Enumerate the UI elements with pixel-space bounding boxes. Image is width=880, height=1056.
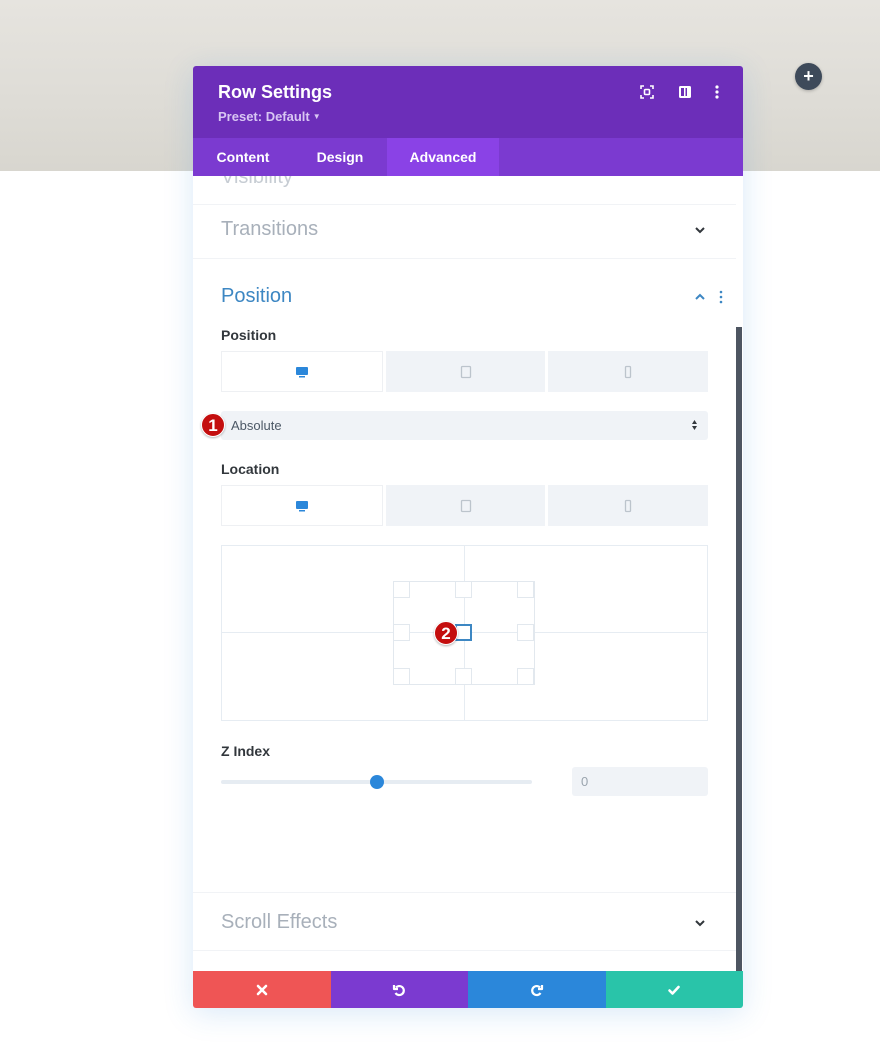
location-picker: 2	[221, 545, 708, 721]
preset-dropdown[interactable]: Preset: Default ▼	[218, 109, 321, 124]
location-device-tabs	[221, 485, 709, 526]
tab-content[interactable]: Content	[193, 138, 293, 176]
section-scroll-effects-title[interactable]: Scroll Effects	[221, 911, 337, 934]
divider	[193, 950, 736, 951]
section-options-icon[interactable]	[718, 290, 724, 304]
location-bottom-left[interactable]	[393, 668, 410, 685]
modal-footer	[193, 971, 743, 1008]
row-settings-modal: Row Settings Preset: Default ▼ Content De…	[193, 66, 743, 1008]
location-center-right[interactable]	[517, 624, 534, 641]
settings-tabs: Content Design Advanced	[193, 138, 743, 176]
settings-scroll-area: Visibility Transitions Position Position	[193, 176, 743, 971]
add-row-button[interactable]: +	[795, 63, 822, 90]
save-button[interactable]	[605, 971, 743, 1008]
phone-icon	[625, 365, 632, 378]
undo-icon	[393, 984, 406, 996]
device-tab-tablet[interactable]	[385, 351, 546, 392]
location-top-right[interactable]	[517, 581, 534, 598]
split-view-icon[interactable]	[676, 83, 694, 101]
desktop-icon	[295, 366, 308, 377]
device-tab-tablet[interactable]	[385, 485, 546, 526]
chevron-down-icon[interactable]	[693, 223, 707, 237]
divider	[193, 892, 736, 893]
chevron-down-icon[interactable]	[693, 916, 707, 930]
device-tab-desktop[interactable]	[221, 485, 383, 526]
redo-icon	[530, 984, 543, 996]
desktop-icon	[295, 500, 308, 511]
plus-icon: +	[803, 66, 814, 86]
cancel-button[interactable]	[193, 971, 331, 1008]
position-select[interactable]: Absolute	[221, 411, 708, 440]
phone-icon	[625, 499, 632, 512]
device-tab-desktop[interactable]	[221, 351, 383, 392]
tablet-icon	[460, 365, 471, 378]
tab-design[interactable]: Design	[293, 138, 387, 176]
check-icon	[668, 985, 681, 995]
modal-title: Row Settings	[218, 82, 333, 102]
device-tab-phone[interactable]	[548, 351, 709, 392]
location-bottom-right[interactable]	[517, 668, 534, 685]
divider	[193, 258, 736, 259]
device-tab-phone[interactable]	[548, 485, 709, 526]
select-arrows-icon	[692, 420, 697, 430]
z-index-label: Z Index	[221, 743, 271, 759]
position-select-value: Absolute	[231, 418, 282, 433]
annotation-badge-2: 2	[434, 621, 458, 645]
tablet-icon	[460, 499, 471, 512]
caret-down-icon: ▼	[312, 112, 321, 121]
undo-button[interactable]	[330, 971, 468, 1008]
position-device-tabs	[221, 351, 709, 392]
redo-button[interactable]	[468, 971, 606, 1008]
location-top-center[interactable]	[455, 581, 472, 598]
divider	[193, 204, 736, 205]
location-box	[393, 581, 535, 685]
close-icon	[256, 984, 268, 995]
z-index-slider-thumb[interactable]	[369, 775, 384, 789]
preset-label: Preset: Default	[218, 109, 310, 124]
location-center-left[interactable]	[393, 624, 410, 641]
scrollbar[interactable]	[736, 327, 742, 971]
section-transitions-title[interactable]: Transitions	[221, 218, 318, 241]
z-index-input[interactable]	[572, 767, 708, 796]
location-top-left[interactable]	[393, 581, 410, 598]
position-field-label: Position	[221, 327, 277, 343]
chevron-up-icon[interactable]	[693, 290, 707, 304]
tab-advanced[interactable]: Advanced	[387, 138, 499, 176]
location-field-label: Location	[221, 461, 280, 477]
focus-mode-icon[interactable]	[638, 83, 656, 101]
z-index-slider[interactable]	[221, 775, 532, 789]
more-options-icon[interactable]	[708, 83, 726, 101]
section-position-title[interactable]: Position	[221, 285, 292, 308]
section-visibility-title[interactable]: Visibility	[221, 176, 293, 189]
modal-header: Row Settings Preset: Default ▼	[193, 66, 743, 138]
location-bottom-center[interactable]	[455, 668, 472, 685]
annotation-badge-1: 1	[201, 413, 225, 437]
